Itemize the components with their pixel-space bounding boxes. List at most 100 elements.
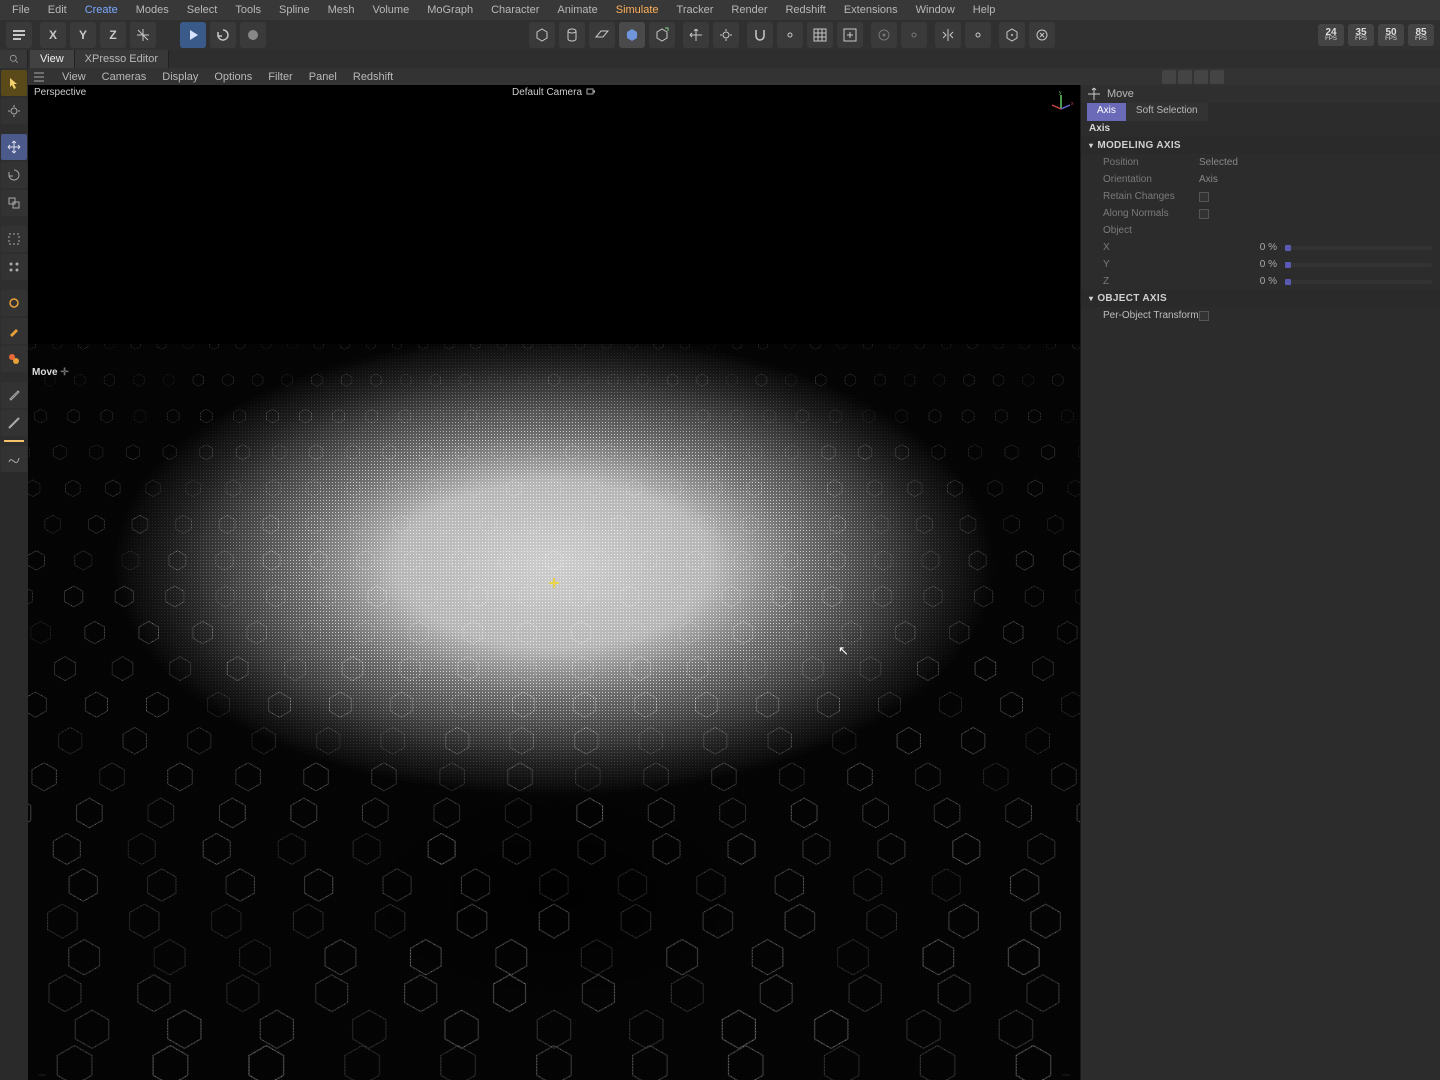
fps-50-button[interactable]: 50FPS: [1378, 24, 1404, 46]
tool-name-label: Move: [1107, 88, 1134, 100]
slider[interactable]: [1285, 263, 1432, 267]
menu-tracker[interactable]: Tracker: [669, 2, 722, 18]
transform-settings-icon[interactable]: [713, 22, 739, 48]
scale-tool-icon[interactable]: [1, 190, 27, 216]
primitive-cube-icon[interactable]: [529, 22, 555, 48]
attr-value[interactable]: Selected: [1199, 157, 1238, 168]
attr-label: Object: [1103, 225, 1199, 236]
menu-character[interactable]: Character: [483, 2, 547, 18]
vp-menu-redshift[interactable]: Redshift: [345, 70, 401, 84]
menu-mesh[interactable]: Mesh: [320, 2, 363, 18]
settings-tool-icon[interactable]: [1, 98, 27, 124]
rotate-tool-icon[interactable]: [1, 162, 27, 188]
hamburger-icon[interactable]: [30, 71, 48, 83]
vp-menu-filter[interactable]: Filter: [260, 70, 300, 84]
fps-35-button[interactable]: 35FPS: [1348, 24, 1374, 46]
attr-value[interactable]: 0 %: [1229, 259, 1277, 270]
slider[interactable]: [1285, 280, 1432, 284]
fps-85-button[interactable]: 85FPS: [1408, 24, 1434, 46]
menu-mograph[interactable]: MoGraph: [419, 2, 481, 18]
pen-tool-icon[interactable]: [1, 382, 27, 408]
attributes-subheader: Axis: [1081, 121, 1440, 137]
menu-create[interactable]: Create: [77, 2, 126, 18]
axis-gizmo[interactable]: yx: [1048, 89, 1074, 115]
vp-menu-cameras[interactable]: Cameras: [94, 70, 155, 84]
tab-view[interactable]: View: [30, 50, 75, 68]
record-button[interactable]: [240, 22, 266, 48]
grid-icon[interactable]: [807, 22, 833, 48]
menu-tools[interactable]: Tools: [227, 2, 269, 18]
history-icon[interactable]: [6, 22, 32, 48]
render-view-icon[interactable]: [999, 22, 1025, 48]
material-tool-icon[interactable]: [1, 346, 27, 372]
vp-menu-panel[interactable]: Panel: [301, 70, 345, 84]
menu-select[interactable]: Select: [179, 2, 226, 18]
attr-tab-axis[interactable]: Axis: [1087, 103, 1126, 121]
brush-tool-icon[interactable]: [1, 290, 27, 316]
vp-menu-options[interactable]: Options: [206, 70, 260, 84]
render-settings-icon[interactable]: [1029, 22, 1055, 48]
spline-tool-icon[interactable]: [1, 446, 27, 472]
transform-icon[interactable]: [683, 22, 709, 48]
menu-spline[interactable]: Spline: [271, 2, 318, 18]
symmetry-icon[interactable]: [935, 22, 961, 48]
selection-live-icon[interactable]: [1, 226, 27, 252]
menu-file[interactable]: File: [4, 2, 38, 18]
menu-help[interactable]: Help: [965, 2, 1004, 18]
attr-tab-soft-selection[interactable]: Soft Selection: [1126, 103, 1208, 121]
vp-menu-view[interactable]: View: [54, 70, 94, 84]
section-header-modeling-axis[interactable]: ▾MODELING AXIS: [1081, 137, 1440, 154]
checkbox[interactable]: [1199, 192, 1209, 202]
axis-z-button[interactable]: Z: [100, 22, 126, 48]
axis-y-button[interactable]: Y: [70, 22, 96, 48]
menu-simulate[interactable]: Simulate: [608, 2, 667, 18]
menu-modes[interactable]: Modes: [128, 2, 177, 18]
cursor-tool-icon[interactable]: [1, 70, 27, 96]
menu-extensions[interactable]: Extensions: [836, 2, 906, 18]
selection-rect-icon[interactable]: [1, 254, 27, 280]
vp-nav-icon[interactable]: [1178, 70, 1192, 84]
menu-window[interactable]: Window: [908, 2, 963, 18]
tab-xpresso-editor[interactable]: XPresso Editor: [75, 50, 169, 68]
viewport[interactable]: Perspective Default Camera yx Move ✛ ↖: [28, 85, 1080, 1080]
play-button[interactable]: [180, 22, 206, 48]
vp-nav-icon[interactable]: [1162, 70, 1176, 84]
slider[interactable]: [1285, 246, 1432, 250]
axis-x-button[interactable]: X: [40, 22, 66, 48]
checkbox[interactable]: [1199, 311, 1209, 321]
vp-nav-icon[interactable]: [1210, 70, 1224, 84]
vp-menu-display[interactable]: Display: [154, 70, 206, 84]
primitive-plane-icon[interactable]: [589, 22, 615, 48]
section-header-object-axis[interactable]: ▾OBJECT AXIS: [1081, 290, 1440, 307]
fps-24-button[interactable]: 24FPS: [1318, 24, 1344, 46]
axis-world-button[interactable]: [130, 22, 156, 48]
primitive-poly-icon[interactable]: [619, 22, 645, 48]
vp-nav-icon[interactable]: [1194, 70, 1208, 84]
primitive-cylinder-icon[interactable]: [559, 22, 585, 48]
grid-snap-icon[interactable]: [837, 22, 863, 48]
knife-tool-icon[interactable]: [1, 410, 27, 436]
main-menu-bar: FileEditCreateModesSelectToolsSplineMesh…: [0, 0, 1440, 20]
attr-value[interactable]: 0 %: [1229, 276, 1277, 287]
target-icon[interactable]: [871, 22, 897, 48]
primitive-add-icon[interactable]: [649, 22, 675, 48]
menu-render[interactable]: Render: [723, 2, 775, 18]
symmetry-settings-icon[interactable]: [965, 22, 991, 48]
snap-settings-icon[interactable]: [777, 22, 803, 48]
menu-edit[interactable]: Edit: [40, 2, 75, 18]
reset-button[interactable]: [210, 22, 236, 48]
camera-dropdown-icon: [586, 87, 596, 97]
attr-value[interactable]: 0 %: [1229, 242, 1277, 253]
snap-magnet-icon[interactable]: [747, 22, 773, 48]
menu-volume[interactable]: Volume: [365, 2, 418, 18]
menu-redshift[interactable]: Redshift: [777, 2, 833, 18]
viewport-status-left: [38, 1074, 46, 1076]
attr-value[interactable]: Axis: [1199, 174, 1218, 185]
move-tool-icon[interactable]: [1, 134, 27, 160]
search-icon[interactable]: [0, 50, 28, 68]
menu-animate[interactable]: Animate: [549, 2, 605, 18]
paint-tool-icon[interactable]: [1, 318, 27, 344]
camera-label[interactable]: Default Camera: [512, 87, 596, 98]
checkbox[interactable]: [1199, 209, 1209, 219]
target-settings-icon[interactable]: [901, 22, 927, 48]
